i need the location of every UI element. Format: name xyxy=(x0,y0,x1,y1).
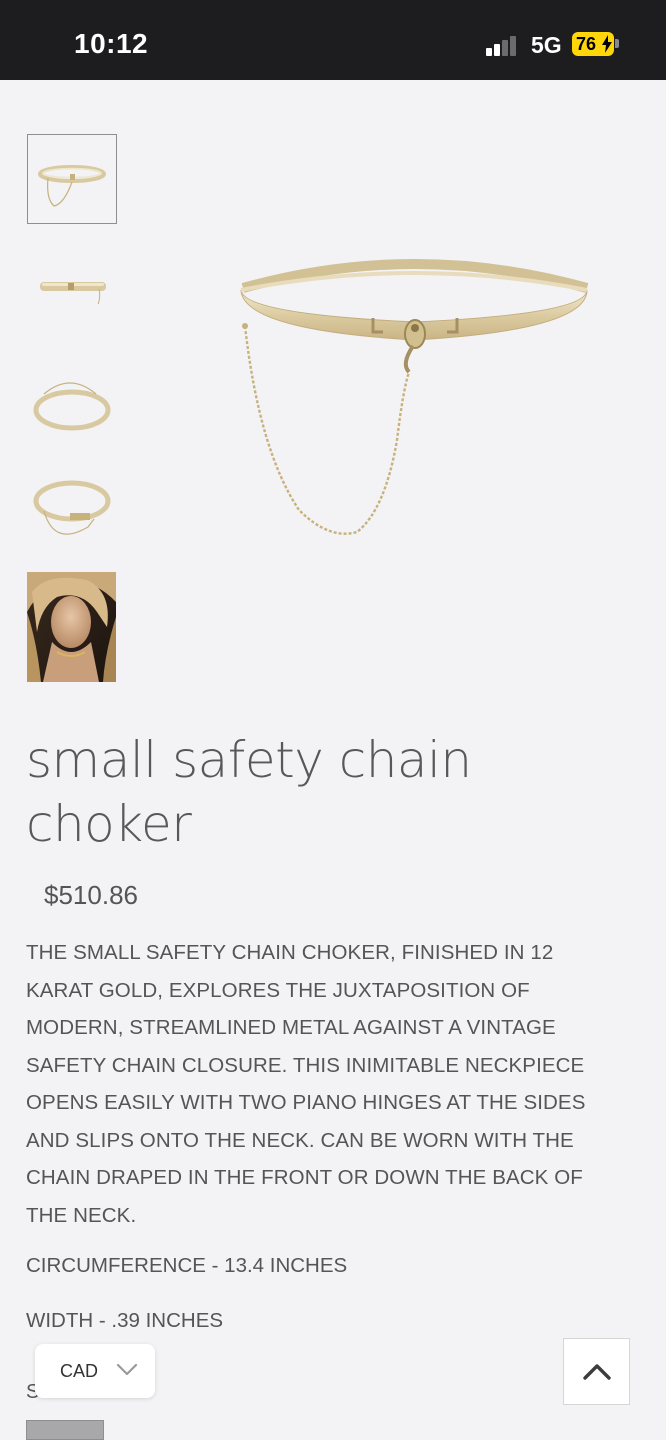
battery-nub xyxy=(615,39,619,48)
chevron-up-icon xyxy=(582,1363,611,1380)
currency-selector[interactable]: CAD xyxy=(35,1344,155,1398)
choker-image xyxy=(240,259,589,535)
spec-circumference: CIRCUMFERENCE - 13.4 INCHES xyxy=(26,1254,348,1277)
thumbnail-3[interactable] xyxy=(27,354,117,444)
status-time: 10:12 xyxy=(74,28,149,59)
choker-thumbnail-image xyxy=(33,382,111,431)
thumbnail-5[interactable] xyxy=(27,572,116,682)
thumbnail-1[interactable] xyxy=(27,134,117,224)
status-bar: 10:12 5G 76 xyxy=(0,0,666,80)
size-option[interactable] xyxy=(26,1420,104,1440)
battery-icon: 76 xyxy=(572,32,614,56)
scroll-to-top-button[interactable] xyxy=(563,1338,630,1405)
thumbnail-2[interactable] xyxy=(27,229,117,319)
product-main-image[interactable] xyxy=(225,240,605,560)
choker-thumbnail-image xyxy=(40,282,106,304)
product-title: small safety chain choker xyxy=(26,731,472,853)
thumbnail-4[interactable] xyxy=(27,460,117,550)
spec-width: WIDTH - .39 INCHES xyxy=(26,1309,224,1332)
product-price: $510.86 xyxy=(44,880,138,910)
network-type: 5G xyxy=(531,32,562,58)
currency-label: CAD xyxy=(60,1360,99,1381)
battery-level: 76 xyxy=(576,34,597,54)
cellular-signal-icon xyxy=(486,34,522,56)
model-thumbnail-image xyxy=(27,572,116,682)
choker-thumbnail-image xyxy=(33,480,111,535)
product-description: THE SMALL SAFETY CHAIN CHOKER, FINISHED … xyxy=(26,941,586,1227)
choker-thumbnail-image xyxy=(38,165,106,207)
chevron-down-icon xyxy=(116,1363,138,1376)
